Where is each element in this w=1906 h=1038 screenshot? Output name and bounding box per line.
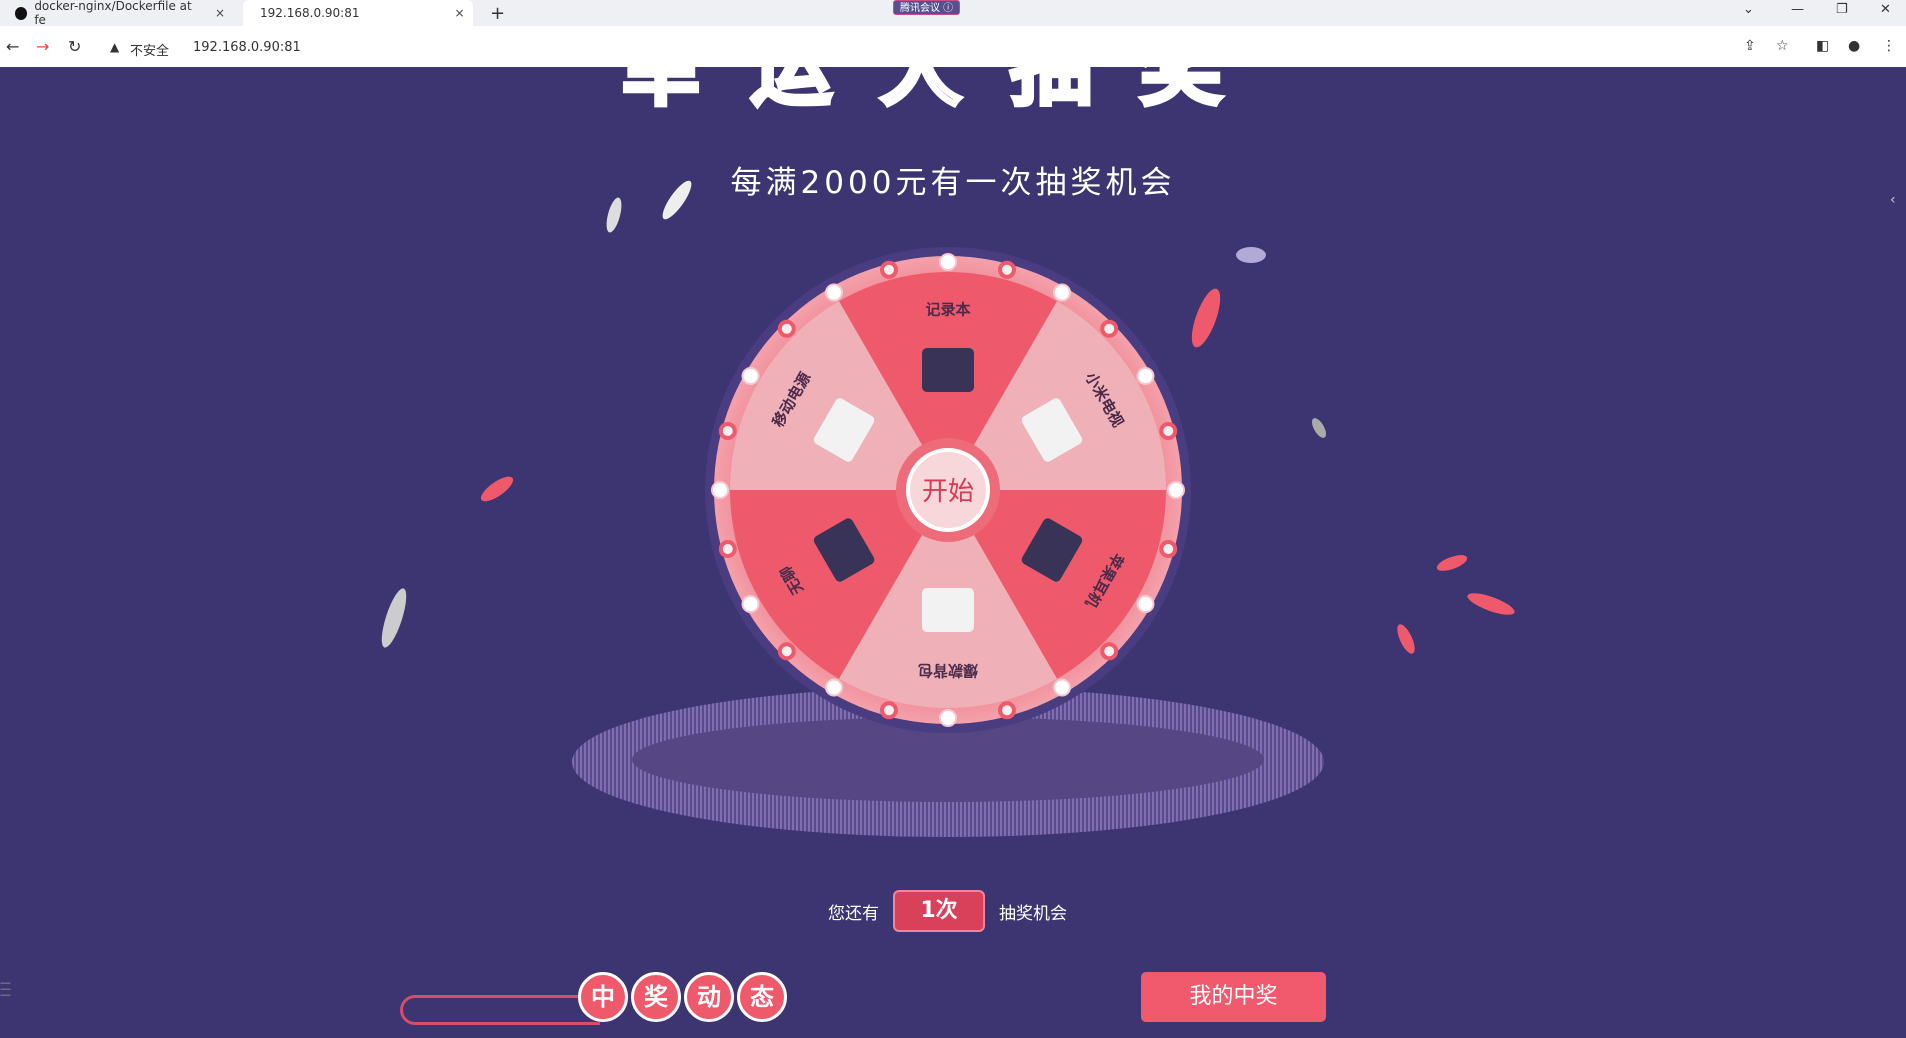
- wheel-bulb: [1100, 642, 1119, 661]
- remaining-chances: 您还有 1次 抽奖机会: [828, 890, 1067, 932]
- meeting-badge[interactable]: 腾讯会议 ⓘ: [893, 0, 961, 15]
- restore-icon[interactable]: ❐: [1836, 2, 1848, 17]
- wheel-bulb: [1100, 319, 1119, 338]
- winners-title-char: 中: [578, 972, 628, 1022]
- confetti: [1465, 588, 1517, 620]
- winners-title-char: 态: [737, 972, 787, 1022]
- page-subtitle: 每满2000元有一次抽奖机会: [730, 165, 1176, 201]
- confetti: [1236, 247, 1266, 263]
- wheel-bulb: [1053, 678, 1071, 697]
- winners-decoration: [400, 995, 600, 1025]
- tab-title: docker-nginx/Dockerfile at fe: [34, 0, 192, 27]
- wheel-bulb: [998, 701, 1017, 720]
- wheel-bulb: [1053, 283, 1071, 302]
- start-label[interactable]: 开始: [922, 477, 974, 507]
- prize-wheel[interactable]: 记录本 小米电视 苹果耳机 爆款背包 无聊 移动电源 开始: [703, 245, 1193, 735]
- confetti: [1393, 621, 1419, 657]
- url-field[interactable]: 192.168.0.90:81: [193, 40, 301, 55]
- profile-icon[interactable]: ●: [1848, 38, 1860, 54]
- share-icon[interactable]: ⇪: [1744, 38, 1756, 54]
- remaining-prefix: 您还有: [828, 903, 879, 924]
- menu-icon[interactable]: ⋮: [1882, 38, 1896, 54]
- sidebar-icon[interactable]: ◧: [1816, 38, 1829, 54]
- wheel-bulb: [718, 540, 737, 559]
- wheel-bulb: [1159, 421, 1178, 440]
- close-tab-icon[interactable]: ×: [454, 6, 464, 20]
- wheel-bulb: [939, 253, 957, 271]
- wheel-bulb: [1159, 540, 1178, 559]
- confetti: [1434, 551, 1470, 575]
- close-tab-icon[interactable]: ×: [215, 6, 225, 20]
- confetti: [477, 472, 517, 506]
- remaining-suffix: 抽奖机会: [999, 903, 1067, 924]
- wheel-bulb: [718, 421, 737, 440]
- wheel-bulb: [1136, 367, 1155, 385]
- minimize-icon[interactable]: —: [1791, 2, 1804, 17]
- wheel-bulb: [711, 481, 729, 499]
- wheel-bulb: [879, 260, 898, 279]
- wheel-bulb: [998, 260, 1017, 279]
- github-icon: [15, 6, 28, 20]
- bookmark-star-icon[interactable]: ☆: [1776, 38, 1789, 54]
- tab-dockerfile[interactable]: docker-nginx/Dockerfile at fe ×: [5, 0, 235, 27]
- wheel-bulb: [777, 642, 796, 661]
- forward-icon[interactable]: →: [36, 37, 49, 56]
- my-prize-button[interactable]: 我的中奖: [1141, 972, 1326, 1022]
- wheel-bulb: [1167, 481, 1185, 499]
- tab-bar: docker-nginx/Dockerfile at fe × 192.168.…: [0, 0, 1906, 27]
- wheel-svg: 记录本小米电视苹果耳机爆款背包无聊移动电源 开始: [705, 247, 1191, 733]
- wheel-bulb: [1136, 595, 1155, 613]
- winners-title-char: 奖: [631, 972, 681, 1022]
- new-tab-button[interactable]: +: [490, 3, 505, 24]
- page-title: 幸运大抽奖: [620, 67, 1270, 112]
- wheel-bulb: [825, 678, 843, 697]
- wheel-bulb: [741, 367, 760, 385]
- remaining-count: 1次: [893, 890, 985, 932]
- close-window-icon[interactable]: ✕: [1880, 2, 1891, 17]
- tab-current[interactable]: 192.168.0.90:81 ×: [243, 0, 473, 26]
- winners-title-char: 动: [684, 972, 734, 1022]
- tab-search-icon[interactable]: ⌄: [1743, 2, 1754, 17]
- warning-icon[interactable]: ▲: [110, 40, 119, 54]
- wheel-bulb: [825, 283, 843, 302]
- wheel-bulb: [777, 319, 796, 338]
- reload-icon[interactable]: ↻: [68, 37, 81, 56]
- side-panel-caret-icon[interactable]: ‹: [1890, 192, 1896, 208]
- prize-image: [922, 588, 974, 632]
- wheel-bulb: [939, 709, 957, 727]
- back-icon[interactable]: ←: [6, 37, 19, 56]
- confetti: [1309, 415, 1329, 441]
- confetti: [376, 586, 412, 650]
- prize-label: 记录本: [925, 301, 970, 319]
- lottery-page: 幸运大抽奖 每满2000元有一次抽奖机会 记录本小米电视苹果耳机爆款背包无聊移动…: [0, 67, 1906, 1038]
- side-menu-icon[interactable]: — — —: [0, 977, 11, 1000]
- browser-chrome: docker-nginx/Dockerfile at fe × 192.168.…: [0, 0, 1906, 67]
- prize-label: 爆款背包: [918, 662, 978, 680]
- tab-title: 192.168.0.90:81: [260, 6, 360, 20]
- prize-image: [922, 348, 974, 392]
- winners-title: 中 奖 动 态: [578, 972, 787, 1022]
- security-label[interactable]: 不安全: [130, 40, 169, 59]
- wheel-bulb: [879, 701, 898, 720]
- wheel-bulb: [741, 595, 760, 613]
